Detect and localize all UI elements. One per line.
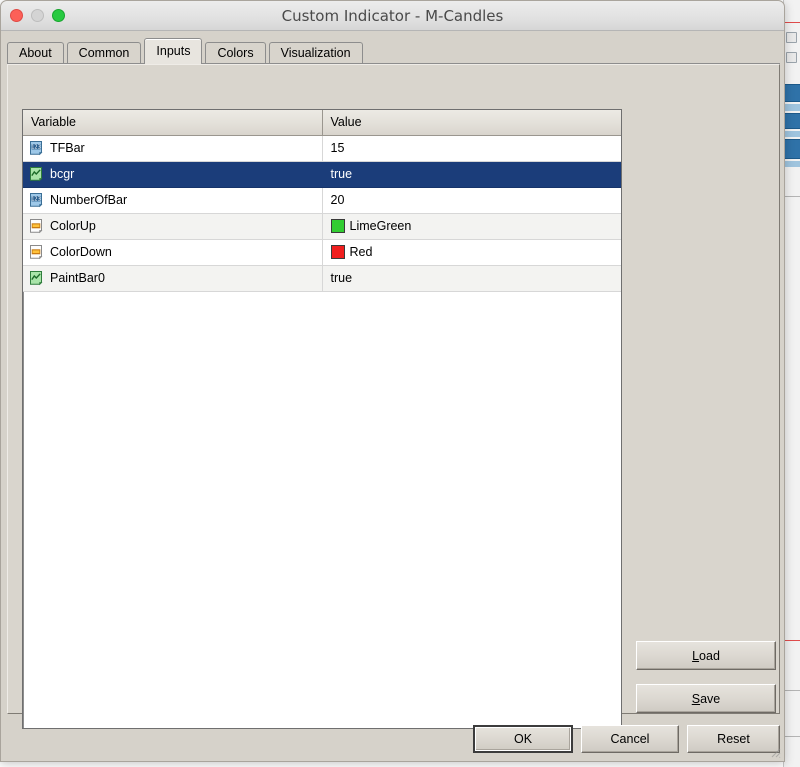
cell-variable[interactable]: bcgr [23,161,323,188]
background-row-1 [783,84,800,102]
cancel-button[interactable]: Cancel [581,725,679,753]
tab-inputs[interactable]: Inputs [144,38,203,64]
reset-button[interactable]: Reset [687,725,780,753]
variable-name: PaintBar0 [50,271,105,285]
cell-value[interactable]: Red [322,239,621,266]
cell-value[interactable]: 20 [322,187,621,214]
background-row-4 [783,131,800,137]
background-row-5 [783,139,800,159]
color-swatch [330,219,345,233]
table-row[interactable]: 123 TFBar 15 [23,135,621,162]
window-title: Custom Indicator - M-Candles [281,7,504,25]
table-header-row: Variable Value [23,110,621,136]
cell-variable[interactable]: 123 TFBar [23,135,323,162]
value-text: 20 [330,193,345,207]
cell-value[interactable]: LimeGreen [322,213,621,240]
inputs-table[interactable]: Variable Value 123 TFBar 15 bcgr true 12… [22,109,622,729]
tab-common[interactable]: Common [66,42,142,64]
cell-variable[interactable]: PaintBar0 [23,265,323,292]
boolean-icon [28,270,44,286]
background-divider-3 [783,736,800,737]
cell-value[interactable]: 15 [322,135,621,162]
color-icon [28,218,44,234]
table-row[interactable]: PaintBar0 true [23,265,621,292]
background-red-line-2 [783,640,800,641]
cell-variable[interactable]: 123 NumberOfBar [23,187,323,214]
integer-icon: 123 [28,192,44,208]
table-row[interactable]: ColorDown Red [23,239,621,266]
custom-indicator-dialog: Custom Indicator - M-Candles About Commo… [0,0,785,762]
variable-name: TFBar [50,141,85,155]
tab-about[interactable]: About [7,42,64,64]
load-button-label: Load [692,648,720,663]
color-swatch [330,245,345,259]
background-divider-2 [783,690,800,691]
save-button-label: Save [691,691,721,706]
background-chip-1 [786,32,797,43]
background-chip-2 [786,52,797,63]
variable-name: ColorUp [50,219,96,233]
tab-colors[interactable]: Colors [205,42,266,64]
value-text: 15 [330,141,345,155]
cell-value[interactable]: true [322,265,621,292]
svg-text:123: 123 [31,145,41,151]
background-app-strip [783,0,800,767]
cell-variable[interactable]: ColorUp [23,213,323,240]
variable-name: bcgr [50,167,75,181]
cell-value[interactable]: true [322,161,621,188]
color-icon [28,244,44,260]
variable-name: NumberOfBar [50,193,128,207]
variable-name: ColorDown [50,245,112,259]
tab-visualization[interactable]: Visualization [268,42,363,64]
dialog-client-area: About Common Inputs Colors Visualization… [1,31,784,761]
tab-bar: About Common Inputs Colors Visualization [7,38,366,64]
resize-grip-icon[interactable] [768,745,781,758]
cell-variable[interactable]: ColorDown [23,239,323,266]
save-button[interactable]: Save [636,684,776,713]
table-row[interactable]: ColorUp LimeGreen [23,213,621,240]
value-text: true [330,271,353,285]
integer-icon: 123 [28,140,44,156]
svg-text:123: 123 [31,197,41,203]
inputs-panel: Variable Value 123 TFBar 15 bcgr true 12… [7,64,780,729]
ok-button[interactable]: OK [473,725,573,753]
column-header-value[interactable]: Value [322,110,621,136]
value-text: Red [349,245,373,259]
value-text: LimeGreen [349,219,412,233]
background-row-3 [783,113,800,129]
dialog-footer: OK Cancel Reset [1,714,784,761]
background-red-line [783,22,800,23]
value-text: true [330,167,353,181]
background-divider-1 [783,196,800,197]
background-row-6 [783,161,800,167]
background-row-2 [783,104,800,111]
window-titlebar[interactable]: Custom Indicator - M-Candles [1,1,784,31]
table-row[interactable]: bcgr true [23,161,621,188]
table-row[interactable]: 123 NumberOfBar 20 [23,187,621,214]
column-header-variable[interactable]: Variable [23,110,323,136]
boolean-icon [28,166,44,182]
load-button[interactable]: Load [636,641,776,670]
